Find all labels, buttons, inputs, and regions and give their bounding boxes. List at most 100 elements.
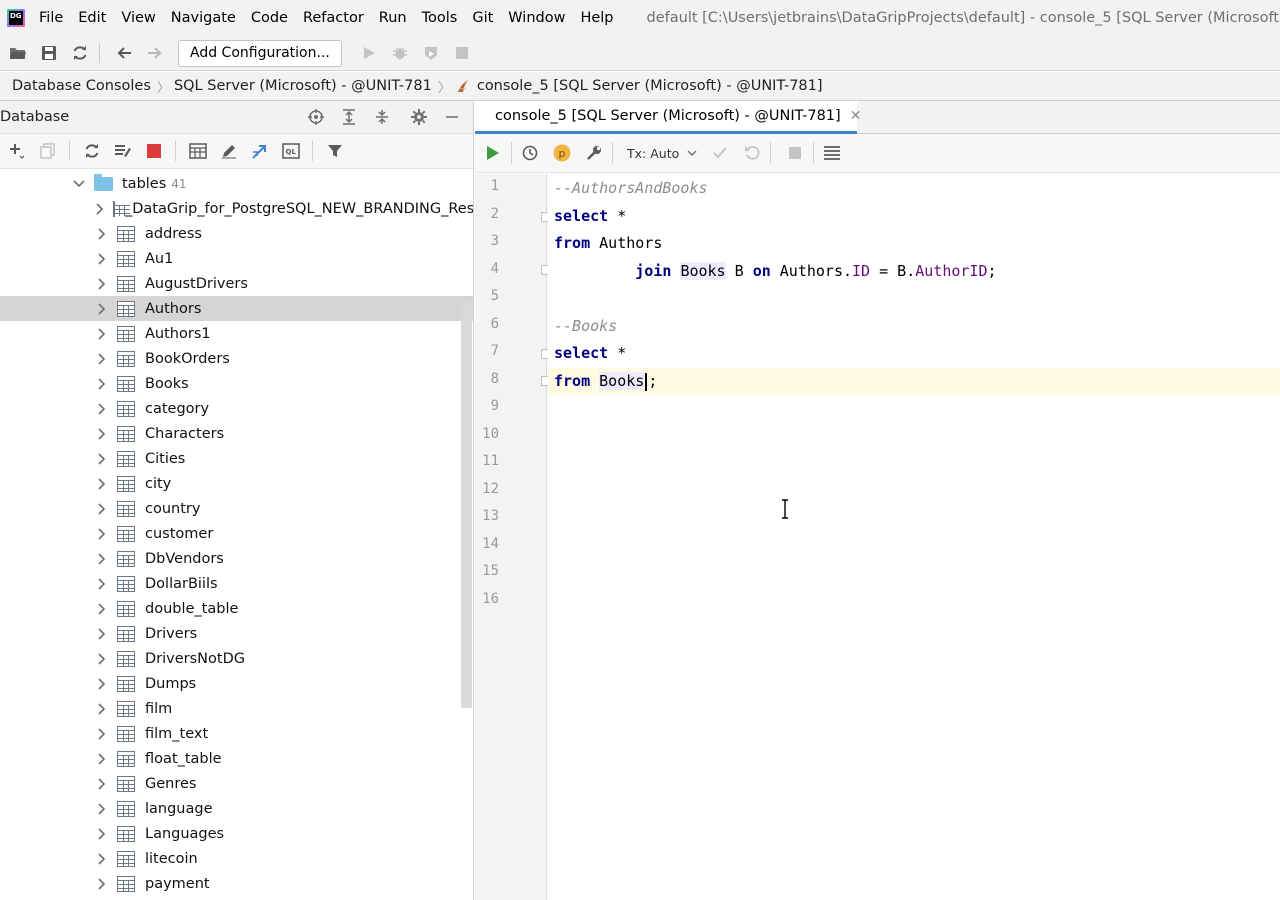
transaction-mode-dropdown[interactable]: Tx: Auto xyxy=(627,146,697,161)
history-clock-icon[interactable] xyxy=(517,140,543,166)
tree-table-row[interactable]: address xyxy=(0,221,473,246)
tree-table-row[interactable]: Books xyxy=(0,371,473,396)
chevron-down-icon[interactable] xyxy=(73,178,85,190)
breadcrumb-item-console[interactable]: console_5 [SQL Server (Microsoft) - @UNI… xyxy=(451,78,823,94)
chevron-right-icon[interactable] xyxy=(96,452,108,465)
copy-icon[interactable] xyxy=(36,139,60,163)
tree-table-row[interactable]: AugustDrivers xyxy=(0,271,473,296)
menu-navigate[interactable]: Navigate xyxy=(171,10,236,26)
chevron-right-icon[interactable] xyxy=(96,877,108,890)
code-line-5[interactable] xyxy=(548,285,1280,312)
tree-table-row[interactable]: language xyxy=(0,796,473,821)
close-icon[interactable]: ✕ xyxy=(850,108,862,124)
tree-table-row[interactable]: customer xyxy=(0,521,473,546)
tree-table-row[interactable]: double_table xyxy=(0,596,473,621)
add-configuration-button[interactable]: Add Configuration... xyxy=(178,39,342,67)
table-editor-icon[interactable] xyxy=(186,139,210,163)
code-line-1[interactable]: --AuthorsAndBooks xyxy=(548,175,1280,202)
stop-icon[interactable] xyxy=(449,40,475,66)
schema-settings-icon[interactable] xyxy=(111,139,135,163)
tree-table-row[interactable]: payment xyxy=(0,871,473,896)
menu-edit[interactable]: Edit xyxy=(78,10,106,26)
tree-table-row[interactable]: Genres xyxy=(0,771,473,796)
menu-help[interactable]: Help xyxy=(580,10,613,26)
open-folder-icon[interactable] xyxy=(5,40,31,66)
chevron-right-icon[interactable] xyxy=(96,602,108,615)
menu-file[interactable]: File xyxy=(39,10,63,26)
code-line-6[interactable]: --Books xyxy=(548,313,1280,340)
chevron-right-icon[interactable] xyxy=(96,627,108,640)
edit-pencil-icon[interactable] xyxy=(217,139,241,163)
breadcrumb-item-database-consoles[interactable]: Database Consoles 〉 xyxy=(0,77,170,96)
tree-table-row[interactable]: Dumps xyxy=(0,671,473,696)
chevron-right-icon[interactable] xyxy=(96,502,108,515)
chevron-right-icon[interactable] xyxy=(96,427,108,440)
scrollbar[interactable] xyxy=(461,301,472,708)
chevron-right-icon[interactable] xyxy=(96,527,108,540)
save-icon[interactable] xyxy=(36,40,62,66)
chevron-right-icon[interactable] xyxy=(96,827,108,840)
tree-folder-tables[interactable]: tables 41 xyxy=(0,171,473,196)
chevron-right-icon[interactable] xyxy=(96,227,108,240)
tree-table-row[interactable]: Characters xyxy=(0,421,473,446)
menu-run[interactable]: Run xyxy=(379,10,407,26)
tree-table-row[interactable]: Cities xyxy=(0,446,473,471)
menu-git[interactable]: Git xyxy=(472,10,493,26)
tree-table-row[interactable]: _DataGrip_for_PostgreSQL_NEW_BRANDING_Re… xyxy=(0,196,473,221)
code-line-8-current[interactable]: from Books; xyxy=(548,368,1280,395)
tree-table-row[interactable]: country xyxy=(0,496,473,521)
tree-table-row[interactable]: DollarBiils xyxy=(0,571,473,596)
expand-all-icon[interactable] xyxy=(337,105,361,129)
tree-table-row[interactable]: DbVendors xyxy=(0,546,473,571)
chevron-right-icon[interactable] xyxy=(96,252,108,265)
chevron-right-icon[interactable] xyxy=(96,477,108,490)
filter-icon[interactable] xyxy=(323,139,347,163)
chevron-right-icon[interactable] xyxy=(96,677,108,690)
chevron-right-icon[interactable] xyxy=(96,302,108,315)
run-icon[interactable] xyxy=(356,40,382,66)
forward-arrow-icon[interactable] xyxy=(142,40,168,66)
query-console-icon[interactable]: QL xyxy=(279,139,303,163)
chevron-right-icon[interactable] xyxy=(96,277,108,290)
code-line-3[interactable]: from Authors xyxy=(548,230,1280,257)
jump-to-source-icon[interactable] xyxy=(248,139,272,163)
tab-console-5[interactable]: console_5 [SQL Server (Microsoft) - @UNI… xyxy=(475,101,861,134)
chevron-right-icon[interactable] xyxy=(96,327,108,340)
collapse-all-icon[interactable] xyxy=(370,105,394,129)
tree-table-row[interactable]: film_text xyxy=(0,721,473,746)
parameters-icon[interactable]: p xyxy=(549,140,575,166)
menu-tools[interactable]: Tools xyxy=(422,10,458,26)
tree-table-row[interactable]: Languages xyxy=(0,821,473,846)
tree-table-row[interactable]: float_table xyxy=(0,746,473,771)
output-layout-icon[interactable] xyxy=(819,140,845,166)
tree-table-row[interactable]: Drivers xyxy=(0,621,473,646)
tree-table-row[interactable]: litecoin xyxy=(0,846,473,871)
tree-table-row[interactable]: BookOrders xyxy=(0,346,473,371)
chevron-right-icon[interactable] xyxy=(96,352,108,365)
add-icon[interactable] xyxy=(5,139,29,163)
chevron-right-icon[interactable] xyxy=(96,702,108,715)
locate-icon[interactable] xyxy=(304,105,328,129)
tree-table-row[interactable]: Authors1 xyxy=(0,321,473,346)
tree-table-row[interactable]: film xyxy=(0,696,473,721)
synchronize-icon[interactable] xyxy=(67,40,93,66)
breadcrumb-item-datasource[interactable]: SQL Server (Microsoft) - @UNIT-781 〉 xyxy=(170,77,451,96)
chevron-right-icon[interactable] xyxy=(96,852,108,865)
chevron-right-icon[interactable] xyxy=(96,652,108,665)
run-with-coverage-icon[interactable] xyxy=(418,40,444,66)
debug-icon[interactable] xyxy=(387,40,413,66)
chevron-right-icon[interactable] xyxy=(96,402,108,415)
tree-table-row[interactable]: DriversNotDG xyxy=(0,646,473,671)
sql-editor[interactable]: --AuthorsAndBooks select * from Authors … xyxy=(548,174,1280,900)
chevron-right-icon[interactable] xyxy=(96,777,108,790)
gear-icon[interactable] xyxy=(407,105,431,129)
menu-code[interactable]: Code xyxy=(251,10,288,26)
chevron-right-icon[interactable] xyxy=(96,202,104,215)
refresh-icon[interactable] xyxy=(80,139,104,163)
chevron-right-icon[interactable] xyxy=(96,577,108,590)
rollback-icon[interactable] xyxy=(739,140,765,166)
execute-play-icon[interactable] xyxy=(480,140,506,166)
minimize-icon[interactable] xyxy=(440,105,464,129)
wrench-settings-icon[interactable] xyxy=(581,140,607,166)
chevron-right-icon[interactable] xyxy=(96,552,108,565)
